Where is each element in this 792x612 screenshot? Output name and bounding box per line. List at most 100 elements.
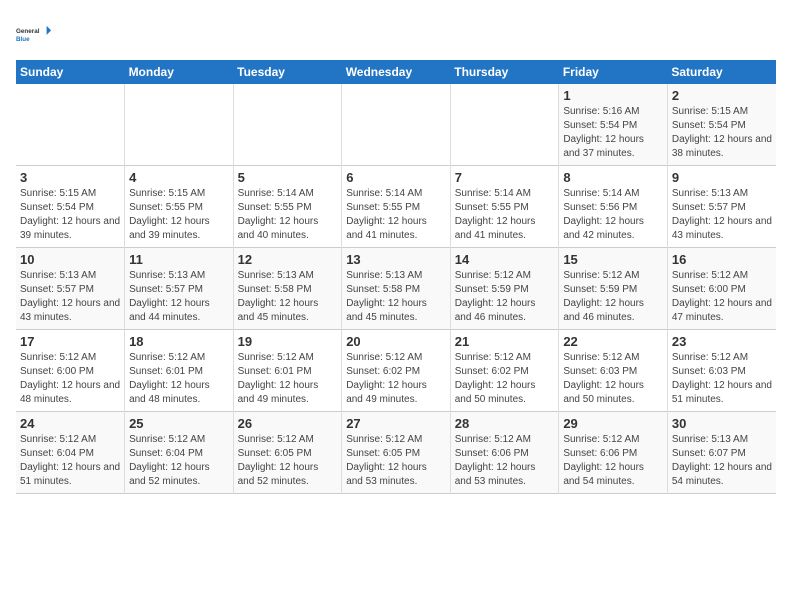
weekday-header-thursday: Thursday (450, 60, 559, 84)
weekday-header-friday: Friday (559, 60, 668, 84)
day-number: 13 (346, 252, 446, 267)
calendar-cell: 10 Sunrise: 5:13 AMSunset: 5:57 PMDayligh… (16, 248, 125, 330)
calendar-week-4: 17Sunrise: 5:12 AMSunset: 6:00 PMDayligh… (16, 330, 776, 412)
day-info: Sunrise: 5:14 AMSunset: 5:55 PMDaylight:… (238, 187, 338, 243)
day-number: 18 (129, 334, 229, 349)
day-number: 3 (20, 170, 120, 185)
calendar-cell: 19Sunrise: 5:12 AMSunset: 6:01 PMDayligh… (233, 330, 342, 412)
day-info: Sunrise: 5:12 AMSunset: 6:01 PMDaylight:… (238, 351, 338, 407)
day-info: Sunrise: 5:13 AMSunset: 5:58 PMDaylight:… (238, 269, 338, 325)
day-number: 28 (455, 416, 555, 431)
day-number: 2 (672, 88, 772, 103)
calendar-week-5: 24Sunrise: 5:12 AMSunset: 6:04 PMDayligh… (16, 412, 776, 494)
calendar-cell: 11Sunrise: 5:13 AMSunset: 5:57 PMDayligh… (125, 248, 234, 330)
calendar-cell: 30Sunrise: 5:13 AMSunset: 6:07 PMDayligh… (667, 412, 776, 494)
calendar-cell: 15 Sunrise: 5:12 AMSunset: 5:59 PMDayligh… (559, 248, 668, 330)
weekday-header-monday: Monday (125, 60, 234, 84)
day-number: 29 (563, 416, 663, 431)
calendar-week-1: 1 Sunrise: 5:16 AMSunset: 5:54 PMDaylight… (16, 84, 776, 166)
day-number: 1 (563, 88, 663, 103)
calendar-cell: 21 Sunrise: 5:12 AMSunset: 6:02 PMDayligh… (450, 330, 559, 412)
day-number: 11 (129, 252, 229, 267)
calendar-cell: 8 Sunrise: 5:14 AMSunset: 5:56 PMDaylight… (559, 166, 668, 248)
day-number: 14 (455, 252, 555, 267)
day-number: 22 (563, 334, 663, 349)
day-info: Sunrise: 5:12 AMSunset: 6:03 PMDaylight:… (563, 351, 663, 407)
calendar-week-3: 10 Sunrise: 5:13 AMSunset: 5:57 PMDayligh… (16, 248, 776, 330)
day-info: Sunrise: 5:13 AMSunset: 5:58 PMDaylight:… (346, 269, 446, 325)
day-info: Sunrise: 5:15 AMSunset: 5:54 PMDaylight:… (672, 105, 772, 161)
page-header: GeneralBlue (16, 16, 776, 52)
calendar-cell (233, 84, 342, 166)
calendar-cell: 27 Sunrise: 5:12 AMSunset: 6:05 PMDayligh… (342, 412, 451, 494)
calendar-cell: 18 Sunrise: 5:12 AMSunset: 6:01 PMDayligh… (125, 330, 234, 412)
day-info: Sunrise: 5:12 AMSunset: 6:00 PMDaylight:… (672, 269, 772, 325)
logo: GeneralBlue (16, 16, 52, 52)
calendar-cell (125, 84, 234, 166)
day-info: Sunrise: 5:14 AMSunset: 5:55 PMDaylight:… (346, 187, 446, 243)
day-number: 26 (238, 416, 338, 431)
calendar-cell: 12 Sunrise: 5:13 AMSunset: 5:58 PMDayligh… (233, 248, 342, 330)
day-number: 5 (238, 170, 338, 185)
day-info: Sunrise: 5:12 AMSunset: 6:01 PMDaylight:… (129, 351, 229, 407)
calendar-cell: 29Sunrise: 5:12 AMSunset: 6:06 PMDayligh… (559, 412, 668, 494)
day-number: 8 (563, 170, 663, 185)
day-info: Sunrise: 5:12 AMSunset: 6:02 PMDaylight:… (346, 351, 446, 407)
calendar-cell: 5 Sunrise: 5:14 AMSunset: 5:55 PMDaylight… (233, 166, 342, 248)
weekday-header-row: SundayMondayTuesdayWednesdayThursdayFrid… (16, 60, 776, 84)
calendar-cell: 24Sunrise: 5:12 AMSunset: 6:04 PMDayligh… (16, 412, 125, 494)
day-number: 25 (129, 416, 229, 431)
day-info: Sunrise: 5:13 AMSunset: 5:57 PMDaylight:… (672, 187, 772, 243)
day-info: Sunrise: 5:12 AMSunset: 5:59 PMDaylight:… (563, 269, 663, 325)
day-info: Sunrise: 5:13 AMSunset: 6:07 PMDaylight:… (672, 433, 772, 489)
day-number: 16 (672, 252, 772, 267)
day-info: Sunrise: 5:12 AMSunset: 6:03 PMDaylight:… (672, 351, 772, 407)
day-number: 12 (238, 252, 338, 267)
logo-icon: GeneralBlue (16, 16, 52, 52)
day-info: Sunrise: 5:15 AMSunset: 5:54 PMDaylight:… (20, 187, 120, 243)
calendar-cell: 23 Sunrise: 5:12 AMSunset: 6:03 PMDayligh… (667, 330, 776, 412)
calendar-cell: 17Sunrise: 5:12 AMSunset: 6:00 PMDayligh… (16, 330, 125, 412)
calendar-cell: 26 Sunrise: 5:12 AMSunset: 6:05 PMDayligh… (233, 412, 342, 494)
calendar-cell (342, 84, 451, 166)
day-info: Sunrise: 5:14 AMSunset: 5:55 PMDaylight:… (455, 187, 555, 243)
svg-text:Blue: Blue (16, 36, 30, 43)
weekday-header-tuesday: Tuesday (233, 60, 342, 84)
day-number: 9 (672, 170, 772, 185)
calendar-cell: 9 Sunrise: 5:13 AMSunset: 5:57 PMDaylight… (667, 166, 776, 248)
calendar-cell (450, 84, 559, 166)
calendar-week-2: 3 Sunrise: 5:15 AMSunset: 5:54 PMDaylight… (16, 166, 776, 248)
day-number: 21 (455, 334, 555, 349)
calendar-cell (16, 84, 125, 166)
svg-text:General: General (16, 28, 40, 35)
day-info: Sunrise: 5:12 AMSunset: 6:04 PMDaylight:… (129, 433, 229, 489)
day-info: Sunrise: 5:14 AMSunset: 5:56 PMDaylight:… (563, 187, 663, 243)
day-info: Sunrise: 5:12 AMSunset: 6:05 PMDaylight:… (346, 433, 446, 489)
calendar-cell: 22 Sunrise: 5:12 AMSunset: 6:03 PMDayligh… (559, 330, 668, 412)
calendar-cell: 1 Sunrise: 5:16 AMSunset: 5:54 PMDaylight… (559, 84, 668, 166)
day-number: 15 (563, 252, 663, 267)
day-number: 27 (346, 416, 446, 431)
day-info: Sunrise: 5:16 AMSunset: 5:54 PMDaylight:… (563, 105, 663, 161)
calendar-cell: 14Sunrise: 5:12 AMSunset: 5:59 PMDayligh… (450, 248, 559, 330)
calendar-table: SundayMondayTuesdayWednesdayThursdayFrid… (16, 60, 776, 494)
calendar-cell: 3 Sunrise: 5:15 AMSunset: 5:54 PMDaylight… (16, 166, 125, 248)
calendar-cell: 7 Sunrise: 5:14 AMSunset: 5:55 PMDaylight… (450, 166, 559, 248)
calendar-cell: 4Sunrise: 5:15 AMSunset: 5:55 PMDaylight… (125, 166, 234, 248)
day-number: 6 (346, 170, 446, 185)
calendar-cell: 20 Sunrise: 5:12 AMSunset: 6:02 PMDayligh… (342, 330, 451, 412)
day-info: Sunrise: 5:13 AMSunset: 5:57 PMDaylight:… (20, 269, 120, 325)
day-info: Sunrise: 5:12 AMSunset: 6:05 PMDaylight:… (238, 433, 338, 489)
calendar-cell: 25 Sunrise: 5:12 AMSunset: 6:04 PMDayligh… (125, 412, 234, 494)
day-number: 20 (346, 334, 446, 349)
day-number: 4 (129, 170, 229, 185)
day-number: 10 (20, 252, 120, 267)
calendar-cell: 13 Sunrise: 5:13 AMSunset: 5:58 PMDayligh… (342, 248, 451, 330)
weekday-header-saturday: Saturday (667, 60, 776, 84)
calendar-cell: 6 Sunrise: 5:14 AMSunset: 5:55 PMDaylight… (342, 166, 451, 248)
day-number: 7 (455, 170, 555, 185)
day-number: 17 (20, 334, 120, 349)
day-number: 23 (672, 334, 772, 349)
calendar-cell: 2 Sunrise: 5:15 AMSunset: 5:54 PMDaylight… (667, 84, 776, 166)
day-info: Sunrise: 5:12 AMSunset: 6:02 PMDaylight:… (455, 351, 555, 407)
